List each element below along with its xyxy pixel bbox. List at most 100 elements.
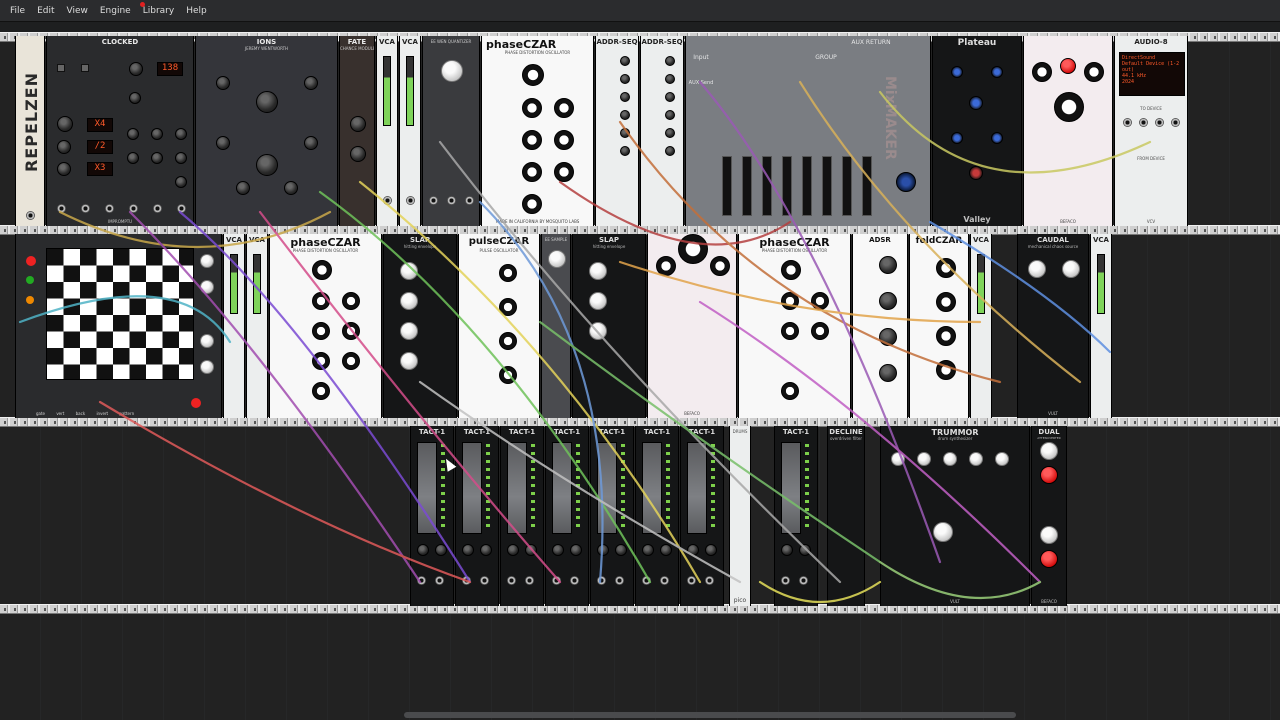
step-knob[interactable]	[620, 146, 630, 156]
level-knob[interactable]	[811, 322, 829, 340]
rack-workspace[interactable]: REPELZEN CLOCKED 138 X4 /2 X3 IMPROMPTU …	[0, 22, 1280, 720]
jack[interactable]	[177, 204, 186, 213]
overtone-knob[interactable]	[522, 130, 542, 150]
jack[interactable]	[480, 576, 489, 585]
level-knob[interactable]	[342, 292, 360, 310]
rate-knob[interactable]	[507, 544, 519, 556]
attenuverter-knob[interactable]	[1040, 526, 1058, 544]
touch-strip[interactable]	[597, 442, 617, 534]
release-knob[interactable]	[400, 352, 418, 370]
befaco-knob[interactable]	[710, 256, 730, 276]
channel-fader[interactable]	[742, 156, 752, 216]
module-phaseczar-2[interactable]: phaseCZAR PHASE DISTORTION OSCILLATOR	[269, 234, 382, 418]
jack[interactable]	[447, 196, 456, 205]
delay-knob[interactable]	[175, 176, 187, 188]
clk-knob[interactable]	[57, 162, 71, 176]
speed-knob[interactable]	[1028, 260, 1046, 278]
overtone-knob[interactable]	[312, 292, 330, 310]
jack[interactable]	[153, 204, 162, 213]
ions-knob[interactable]	[236, 181, 250, 195]
module-fate[interactable]: FATE CHANCE MODULE	[339, 36, 375, 226]
module-addr-seq-1[interactable]: ADDR-SEQ	[595, 36, 639, 226]
shift-knob[interactable]	[936, 292, 956, 312]
befaco-main-knob[interactable]	[1054, 92, 1084, 122]
module-audio-8[interactable]: AUDIO-8 DirectSound Default Device (1-2 …	[1114, 36, 1188, 226]
fold-knob[interactable]	[936, 258, 956, 278]
env-pitch-knob[interactable]	[499, 332, 517, 350]
last-col-knob[interactable]	[200, 360, 214, 374]
module-decline[interactable]: DECLINE overdriven filter	[827, 426, 865, 606]
level-knob[interactable]	[811, 292, 829, 310]
master-knob[interactable]	[896, 172, 916, 192]
skew-knob[interactable]	[936, 326, 956, 346]
plateau-knob[interactable]	[991, 66, 1003, 78]
rate-knob[interactable]	[597, 544, 609, 556]
tune-knob[interactable]	[969, 452, 983, 466]
touch-strip[interactable]	[642, 442, 662, 534]
module-dual-attenuverter[interactable]: DUAL ATTENUVERTER BEFACO	[1031, 426, 1067, 606]
module-plateau[interactable]: Plateau Valley	[932, 36, 1022, 226]
sustain-knob[interactable]	[879, 328, 897, 346]
module-tact-1[interactable]: TACT-1	[774, 426, 818, 606]
module-caudal[interactable]: CAUDAL mechanical chaos source VULT	[1017, 234, 1089, 418]
delay-knob[interactable]	[175, 128, 187, 140]
module-ions[interactable]: IONS JEREMY WENTWORTH	[195, 36, 338, 226]
menu-library[interactable]: Library	[137, 1, 180, 16]
jack[interactable]	[462, 576, 471, 585]
attv-knob[interactable]	[615, 544, 627, 556]
horizontal-scrollbar[interactable]	[404, 712, 1016, 718]
attack-knob[interactable]	[879, 256, 897, 274]
sample-rate-knob[interactable]	[548, 250, 566, 268]
plateau-knob[interactable]	[991, 132, 1003, 144]
jack[interactable]	[1139, 118, 1148, 127]
run-button[interactable]	[81, 64, 89, 72]
menu-help[interactable]: Help	[180, 6, 213, 16]
jack[interactable]	[552, 576, 561, 585]
touch-strip[interactable]	[462, 442, 482, 534]
module-adsr[interactable]: ADSR	[852, 234, 908, 418]
module-tact-1[interactable]: TACT-1	[410, 426, 454, 606]
step-knob[interactable]	[620, 128, 630, 138]
jack[interactable]	[81, 204, 90, 213]
jack[interactable]	[642, 576, 651, 585]
tune-knob[interactable]	[891, 452, 905, 466]
step-knob[interactable]	[620, 92, 630, 102]
overtone-knob[interactable]	[781, 322, 799, 340]
module-slap-2[interactable]: SLAP hitting envelope	[572, 234, 646, 418]
jack[interactable]	[570, 576, 579, 585]
bpm-knob[interactable]	[129, 62, 143, 76]
module-vca-2[interactable]: VCA	[399, 36, 421, 226]
jack[interactable]	[781, 576, 790, 585]
channel-fader[interactable]	[722, 156, 732, 216]
ions-knob[interactable]	[256, 154, 278, 176]
level-knob[interactable]	[933, 522, 953, 542]
pw-knob[interactable]	[151, 128, 163, 140]
fate-knob[interactable]	[350, 116, 366, 132]
step-knob[interactable]	[620, 110, 630, 120]
module-phaseczar-3[interactable]: phaseCZAR PHASE DISTORTION OSCILLATOR	[738, 234, 851, 418]
swing-knob[interactable]	[129, 92, 141, 104]
channel-fader[interactable]	[822, 156, 832, 216]
touch-strip[interactable]	[507, 442, 527, 534]
overtone-knob[interactable]	[312, 322, 330, 340]
module-drums[interactable]: DRUMS pico	[729, 426, 751, 606]
reset-button[interactable]	[57, 64, 65, 72]
touch-strip[interactable]	[417, 442, 437, 534]
first-row-knob[interactable]	[200, 254, 214, 268]
ions-knob[interactable]	[304, 136, 318, 150]
rate-knob[interactable]	[552, 544, 564, 556]
attv-knob[interactable]	[435, 544, 447, 556]
channel-fader[interactable]	[782, 156, 792, 216]
module-vca-1[interactable]: VCA	[376, 36, 398, 226]
module-repelzen-brand[interactable]: REPELZEN	[15, 36, 45, 226]
rate-knob[interactable]	[687, 544, 699, 556]
level-knob[interactable]	[554, 162, 574, 182]
rate-knob[interactable]	[417, 544, 429, 556]
overtone-knob[interactable]	[522, 98, 542, 118]
jack[interactable]	[105, 204, 114, 213]
module-foldczar[interactable]: foldCZAR	[909, 234, 969, 418]
offset-knob[interactable]	[1040, 466, 1058, 484]
menu-file[interactable]: File	[4, 6, 31, 16]
module-sampler[interactable]: EE SAMPLE	[541, 234, 571, 418]
step-knob[interactable]	[665, 74, 675, 84]
